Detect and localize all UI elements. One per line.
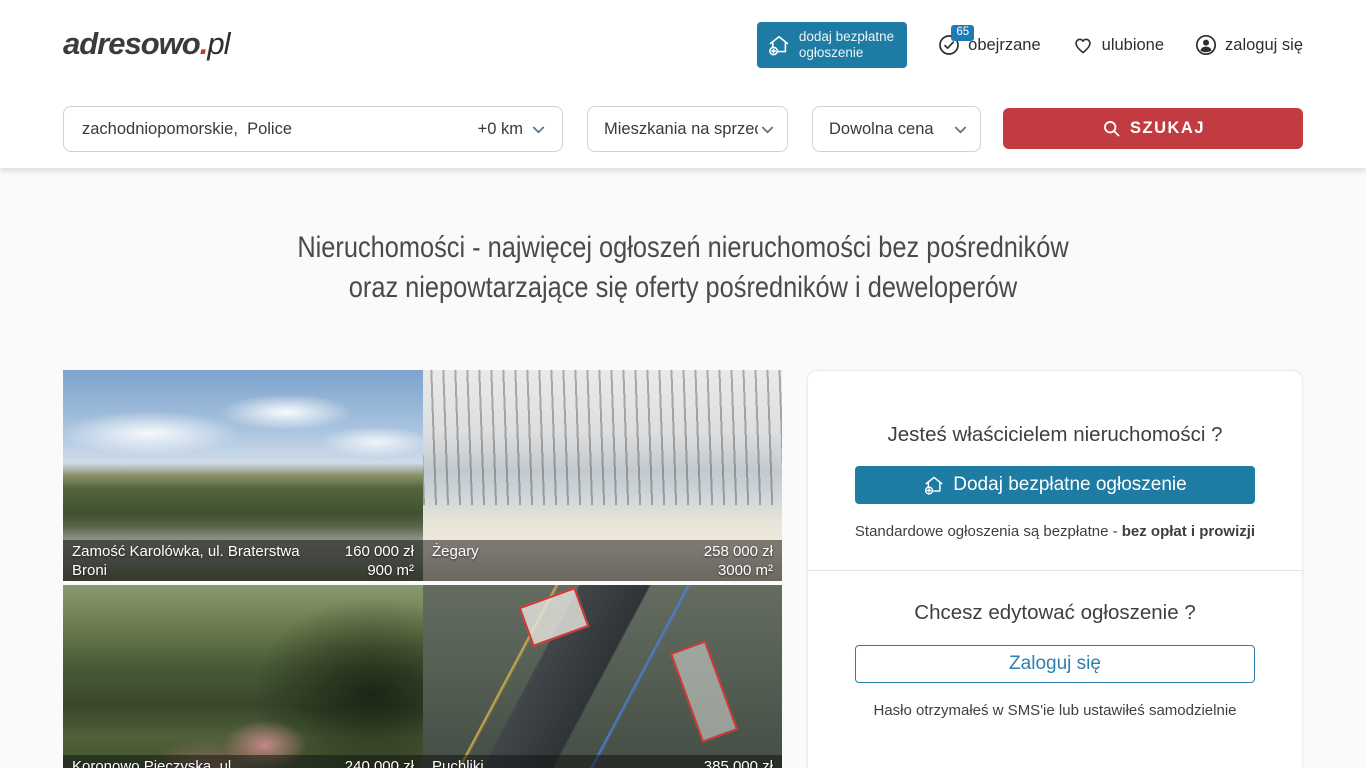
login-button[interactable]: Zaloguj się [855,645,1255,683]
heart-icon [1071,33,1095,57]
user-circle-icon [1194,33,1218,57]
owner-heading: Jesteś właścicielem nieruchomości ? [888,423,1223,447]
chevron-down-icon[interactable] [529,120,548,139]
satellite-building-outline [670,640,738,742]
viewed-nav-item[interactable]: 65 obejrzane [937,33,1040,57]
category-select[interactable]: Mieszkania na sprzedaż [587,106,788,152]
listing-caption: Zamość Karolówka, ul. Braterstwa Broni 1… [63,540,423,581]
header-nav: dodaj bezpłatne ogłoszenie 65 obejrzane … [757,22,1303,68]
site-logo[interactable]: adresowo.pl [63,26,229,62]
listing-location: Puchliki [432,757,484,768]
viewed-count-badge: 65 [951,25,974,41]
listing-price: 240 000 zł [345,757,414,768]
add-free-listing-button[interactable]: Dodaj bezpłatne ogłoszenie [855,466,1255,504]
add-listing-label: dodaj bezpłatne ogłoszenie [799,29,894,61]
price-select[interactable]: Dowolna cena [812,106,981,152]
listing-caption: Puchliki 385 000 zł [423,755,782,768]
owner-panel: Jesteś właścicielem nieruchomości ? Doda… [807,370,1303,768]
listing-card[interactable]: Puchliki 385 000 zł [423,585,782,768]
login-nav-item[interactable]: zaloguj się [1194,33,1303,57]
listings-grid: Zamość Karolówka, ul. Braterstwa Broni 1… [63,370,782,768]
login-label: zaloguj się [1225,36,1303,55]
chevron-down-icon [758,120,777,139]
location-input[interactable] [82,120,478,139]
search-button[interactable]: SZUKAJ [1003,108,1303,149]
search-bar: +0 km Mieszkania na sprzedaż Dowolna cen… [0,100,1366,160]
house-plus-icon [923,474,945,496]
search-button-label: SZUKAJ [1130,119,1205,138]
edit-note: Hasło otrzymałeś w SMS'ie lub ustawiłeś … [873,702,1236,719]
radius-value[interactable]: +0 km [478,120,523,139]
listing-price: 160 000 zł [345,542,414,561]
check-circle-icon: 65 [937,33,961,57]
listing-photo [63,585,423,768]
listing-area: 900 m² [345,561,414,580]
search-icon [1101,118,1122,139]
listing-card[interactable]: Zamość Karolówka, ul. Braterstwa Broni 1… [63,370,423,581]
listing-card[interactable]: Żegary 258 000 zł 3000 m² [423,370,782,581]
top-bar: adresowo.pl dodaj bezpłatne ogłoszenie [0,0,1366,168]
satellite-building-outline [518,587,589,647]
listing-caption: Żegary 258 000 zł 3000 m² [423,540,782,581]
logo-name: adresowo [63,26,200,61]
panel-divider [808,570,1302,571]
listing-area: 3000 m² [704,561,773,580]
listing-location: Żegary [432,542,479,578]
favorites-nav-item[interactable]: ulubione [1071,33,1164,57]
listing-card[interactable]: Koronowo Pieczyska, ul. 240 000 zł [63,585,423,768]
edit-heading: Chcesz edytować ogłoszenie ? [914,601,1195,625]
listing-price: 258 000 zł [704,542,773,561]
owner-note: Standardowe ogłoszenia są bezpłatne - be… [855,523,1255,540]
listing-location: Koronowo Pieczyska, ul. [72,757,235,768]
category-value: Mieszkania na sprzedaż [604,120,758,139]
house-plus-icon [767,33,791,57]
add-listing-button[interactable]: dodaj bezpłatne ogłoszenie [757,22,907,68]
viewed-label: obejrzane [968,36,1040,55]
location-field: +0 km [63,106,563,152]
listing-location: Zamość Karolówka, ul. Braterstwa Broni [72,542,304,578]
price-value: Dowolna cena [829,120,951,139]
listing-caption: Koronowo Pieczyska, ul. 240 000 zł [63,755,423,768]
listing-price: 385 000 zł [704,757,773,768]
logo-tld: pl [207,26,229,61]
favorites-label: ulubione [1102,36,1164,55]
add-free-listing-label: Dodaj bezpłatne ogłoszenie [953,474,1186,496]
login-button-label: Zaloguj się [1009,653,1101,675]
page-title: Nieruchomości - najwięcej ogłoszeń nieru… [96,228,1271,308]
listing-photo [423,585,782,768]
chevron-down-icon [951,120,970,139]
